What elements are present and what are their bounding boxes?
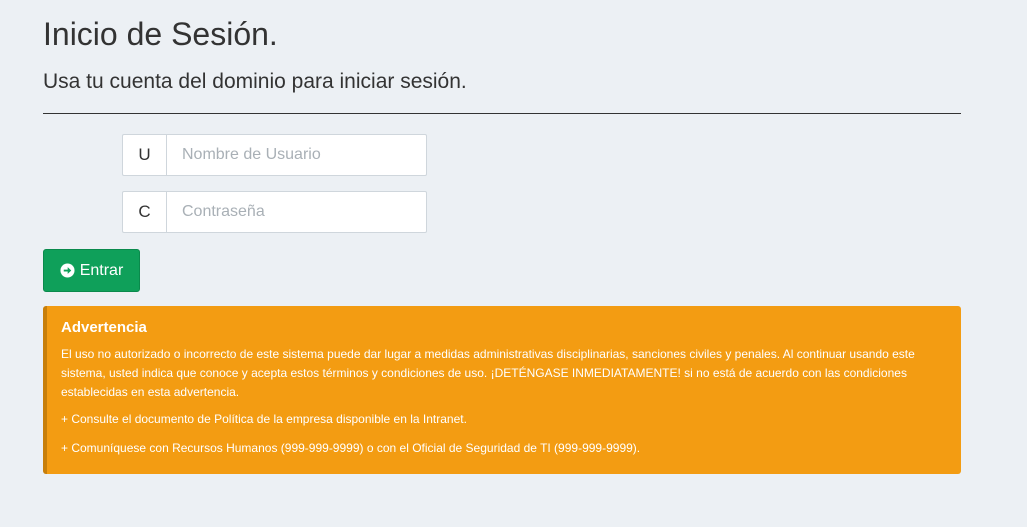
username-input[interactable] bbox=[166, 134, 427, 176]
password-input[interactable] bbox=[166, 191, 427, 233]
page-subtitle: Usa tu cuenta del dominio para iniciar s… bbox=[43, 70, 467, 93]
warning-policy-line: + Consulte el documento de Política de l… bbox=[61, 412, 467, 426]
login-page: Inicio de Sesión. Usa tu cuenta del domi… bbox=[0, 0, 1027, 527]
login-button[interactable]: Entrar bbox=[43, 249, 140, 292]
warning-contact-line: + Comuníquese con Recursos Humanos (999-… bbox=[61, 441, 641, 455]
arrow-circle-right-icon bbox=[60, 263, 75, 278]
username-addon: U bbox=[122, 134, 166, 176]
username-group: U bbox=[122, 134, 427, 176]
password-addon: C bbox=[122, 191, 166, 233]
header-divider bbox=[43, 113, 961, 114]
warning-body: El uso no autorizado o incorrecto de est… bbox=[61, 347, 915, 399]
password-group: C bbox=[122, 191, 427, 233]
warning-title: Advertencia bbox=[61, 319, 147, 336]
login-button-label: Entrar bbox=[79, 261, 124, 279]
warning-alert: Advertencia El uso no autorizado o incor… bbox=[43, 306, 961, 474]
page-title: Inicio de Sesión. bbox=[43, 16, 278, 52]
